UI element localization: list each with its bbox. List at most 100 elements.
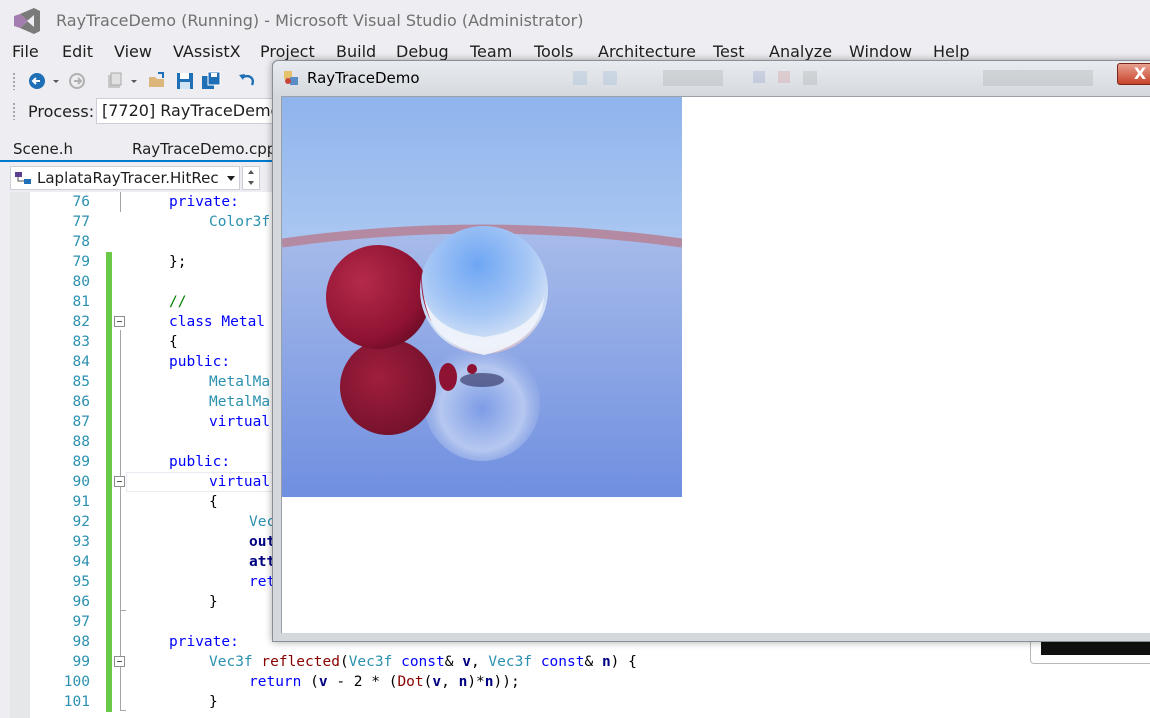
code-text: virtual [209,414,271,430]
line-number: 88 [72,434,90,450]
tab-scene-h[interactable]: Scene.h [13,140,73,158]
line-number: 98 [72,634,90,650]
change-marker [106,632,112,652]
code-text: virtual [209,474,271,490]
line-number: 96 [72,594,90,610]
collapse-icon[interactable] [114,476,125,487]
toolbar-grip[interactable] [12,72,16,90]
change-marker [106,332,112,352]
undo-icon[interactable] [236,70,258,92]
raytracedemo-window[interactable]: RayTraceDemo X [272,60,1150,642]
close-icon: X [1133,64,1147,83]
line-number: 91 [72,494,90,510]
change-marker [106,272,112,292]
menu-team[interactable]: Team [470,42,512,62]
tab-raytracedemo-cpp[interactable]: RayTraceDemo.cpp [132,140,276,158]
change-marker [106,692,112,712]
new-project-dropdown-icon[interactable] [128,70,140,92]
menu-tools[interactable]: Tools [534,42,573,62]
change-marker [106,372,112,392]
chevron-down-icon [227,176,235,181]
menu-debug[interactable]: Debug [396,42,449,62]
code-line: 100 return (v - 2 * (Dot(v, n)*n)); [10,672,1150,692]
code-text: Vec3f reflected(Vec3f const& v, Vec3f co… [209,654,637,670]
change-marker [106,452,112,472]
demo-titlebar[interactable]: RayTraceDemo X [273,61,1150,95]
menu-window[interactable]: Window [849,42,912,62]
menu-help[interactable]: Help [933,42,969,62]
code-comment: // [169,294,187,310]
change-marker [106,472,112,492]
change-marker [106,352,112,372]
change-marker [106,252,112,272]
menu-edit[interactable]: Edit [62,42,93,62]
code-text: } [209,594,218,610]
new-project-icon[interactable] [104,70,126,92]
ghost-toolbar [573,70,1093,86]
code-text: MetalMa [209,394,271,410]
collapse-icon[interactable] [114,656,125,667]
navigate-forward-icon[interactable] [66,70,88,92]
process-dropdown[interactable]: [7720] RayTraceDemo.exe [96,98,296,124]
menu-build[interactable]: Build [336,42,376,62]
menu-analyze[interactable]: Analyze [769,42,832,62]
code-line: 101} [10,692,1150,712]
change-marker [106,672,112,692]
spin-up-icon[interactable] [248,170,254,174]
type-scope-dropdown[interactable]: LaplataRayTracer.HitRecord [10,166,240,190]
menu-test[interactable]: Test [713,42,745,62]
demo-window-title: RayTraceDemo [307,69,420,87]
code-text: public: [169,354,231,370]
vs-window-title: RayTraceDemo (Running) - Microsoft Visua… [56,11,584,30]
line-number: 81 [72,294,90,310]
menu-view[interactable]: View [114,42,152,62]
line-number: 84 [72,354,90,370]
back-dropdown-icon[interactable] [50,70,62,92]
open-file-icon[interactable] [146,70,168,92]
process-label: Process: [28,102,95,121]
collapse-icon[interactable] [114,316,125,327]
code-text: MetalMa [209,374,271,390]
change-marker [106,652,112,672]
change-marker [106,392,112,412]
spin-down-icon[interactable] [248,181,254,185]
line-number: 80 [72,274,90,290]
nav-spinner[interactable] [242,166,260,190]
code-text: }; [169,254,187,270]
menu-project[interactable]: Project [260,42,315,62]
change-marker [106,532,112,552]
change-marker [106,552,112,572]
line-number: 90 [72,474,90,490]
change-marker [106,492,112,512]
code-text: class Metal [169,314,266,330]
line-number: 78 [72,234,90,250]
change-marker [106,312,112,332]
menu-architecture[interactable]: Architecture [598,42,696,62]
line-number: 85 [72,374,90,390]
line-number: 82 [72,314,90,330]
code-text: private: [169,194,239,210]
line-number: 83 [72,334,90,350]
code-text: private: [169,634,239,650]
menu-vassistx[interactable]: VAssistX [173,42,241,62]
save-all-icon[interactable] [200,70,222,92]
line-number: 95 [72,574,90,590]
close-button[interactable]: X [1117,63,1150,85]
change-marker [106,432,112,452]
debug-toolbar-grip[interactable] [12,102,16,120]
line-number: 94 [72,554,90,570]
line-number: 97 [72,614,90,630]
code-text: return (v - 2 * (Dot(v, n)*n)); [249,674,520,690]
application-icon [284,71,298,85]
navigate-back-icon[interactable] [26,70,48,92]
code-text: Color3f [209,214,271,230]
line-number: 93 [72,534,90,550]
change-marker [106,592,112,612]
change-marker [106,512,112,532]
save-icon[interactable] [174,70,196,92]
menu-file[interactable]: File [12,42,39,62]
line-number: 100 [63,674,90,690]
code-line: 99 Vec3f reflected(Vec3f const& v, Vec3f … [10,652,1150,672]
change-marker [106,572,112,592]
raytrace-render-image [282,97,682,497]
